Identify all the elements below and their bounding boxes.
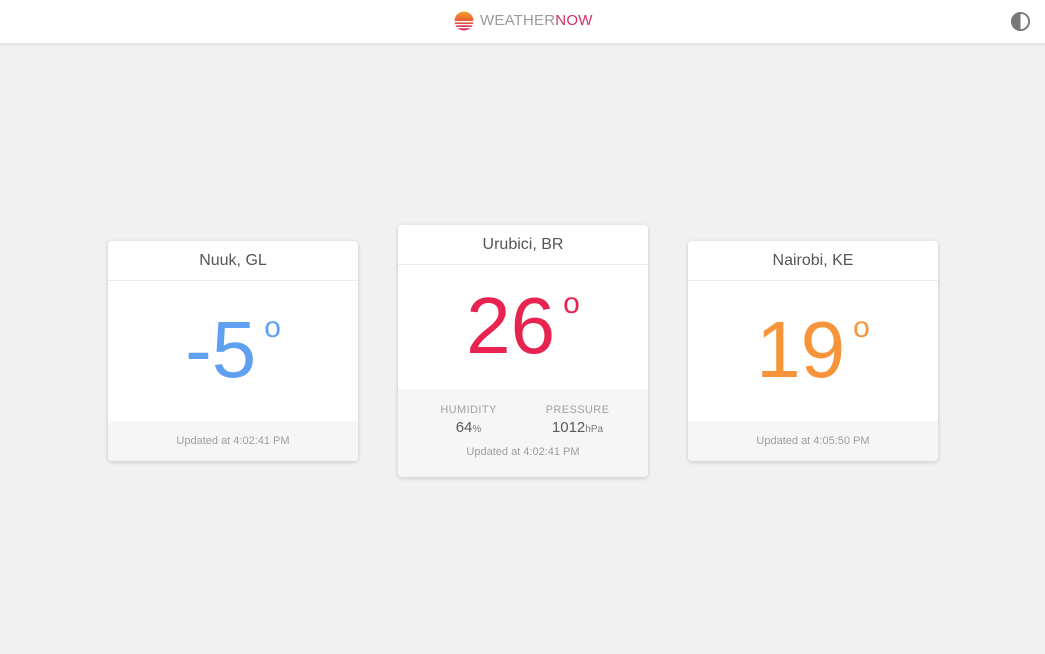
top-bar: WEATHERNOW	[0, 0, 1045, 44]
card-details: HUMIDITY 64% PRESSURE 1012hPa Updated at…	[398, 389, 648, 477]
brand-name: WEATHERNOW	[480, 11, 593, 31]
humidity-label: HUMIDITY	[440, 404, 497, 416]
card-body: 19 o	[688, 281, 938, 421]
humidity-stat: HUMIDITY 64%	[419, 403, 519, 440]
pressure-stat: PRESSURE 1012hPa	[528, 403, 628, 440]
brand-weather-text: WEATHER	[480, 12, 556, 29]
pressure-value: 1012hPa	[528, 418, 628, 440]
card-body: 26 o	[398, 265, 648, 389]
brand[interactable]: WEATHERNOW	[454, 10, 593, 32]
pressure-number: 1012	[551, 419, 586, 436]
card-city: Nuuk, GL	[108, 241, 358, 281]
updated-time: Updated at 4:05:50 PM	[688, 421, 938, 461]
pressure-unit: hPa	[585, 424, 604, 435]
weather-card-urubici[interactable]: Urubici, BR 26 o HUMIDITY 64% PRESSURE 10…	[398, 225, 648, 477]
weather-card-nuuk[interactable]: Nuuk, GL -5 o Updated at 4:02:41 PM	[108, 241, 358, 461]
degree-symbol: o	[563, 287, 580, 320]
degree-symbol: o	[264, 311, 281, 344]
temperature-value: 19	[756, 305, 846, 394]
temperature-value: 26	[466, 281, 556, 370]
temperature: 19 o	[688, 305, 938, 395]
weather-card-nairobi[interactable]: Nairobi, KE 19 o Updated at 4:05:50 PM	[688, 241, 938, 461]
contrast-toggle-icon[interactable]	[1010, 11, 1031, 32]
humidity-unit: %	[472, 424, 482, 435]
stats: HUMIDITY 64% PRESSURE 1012hPa	[398, 403, 648, 440]
degree-symbol: o	[853, 311, 870, 344]
brand-now-text: NOW	[555, 12, 593, 29]
pressure-label: PRESSURE	[545, 404, 610, 416]
temperature: -5 o	[108, 305, 358, 395]
card-city: Nairobi, KE	[688, 241, 938, 281]
humidity-value: 64%	[419, 418, 519, 440]
sun-stripes-icon	[454, 11, 474, 31]
updated-time: Updated at 4:02:41 PM	[466, 446, 580, 458]
humidity-number: 64	[455, 419, 473, 436]
temperature-value: -5	[185, 305, 257, 394]
temperature: 26 o	[398, 281, 648, 371]
card-city: Urubici, BR	[398, 225, 648, 265]
updated-time: Updated at 4:02:41 PM	[108, 421, 358, 461]
card-body: -5 o	[108, 281, 358, 421]
